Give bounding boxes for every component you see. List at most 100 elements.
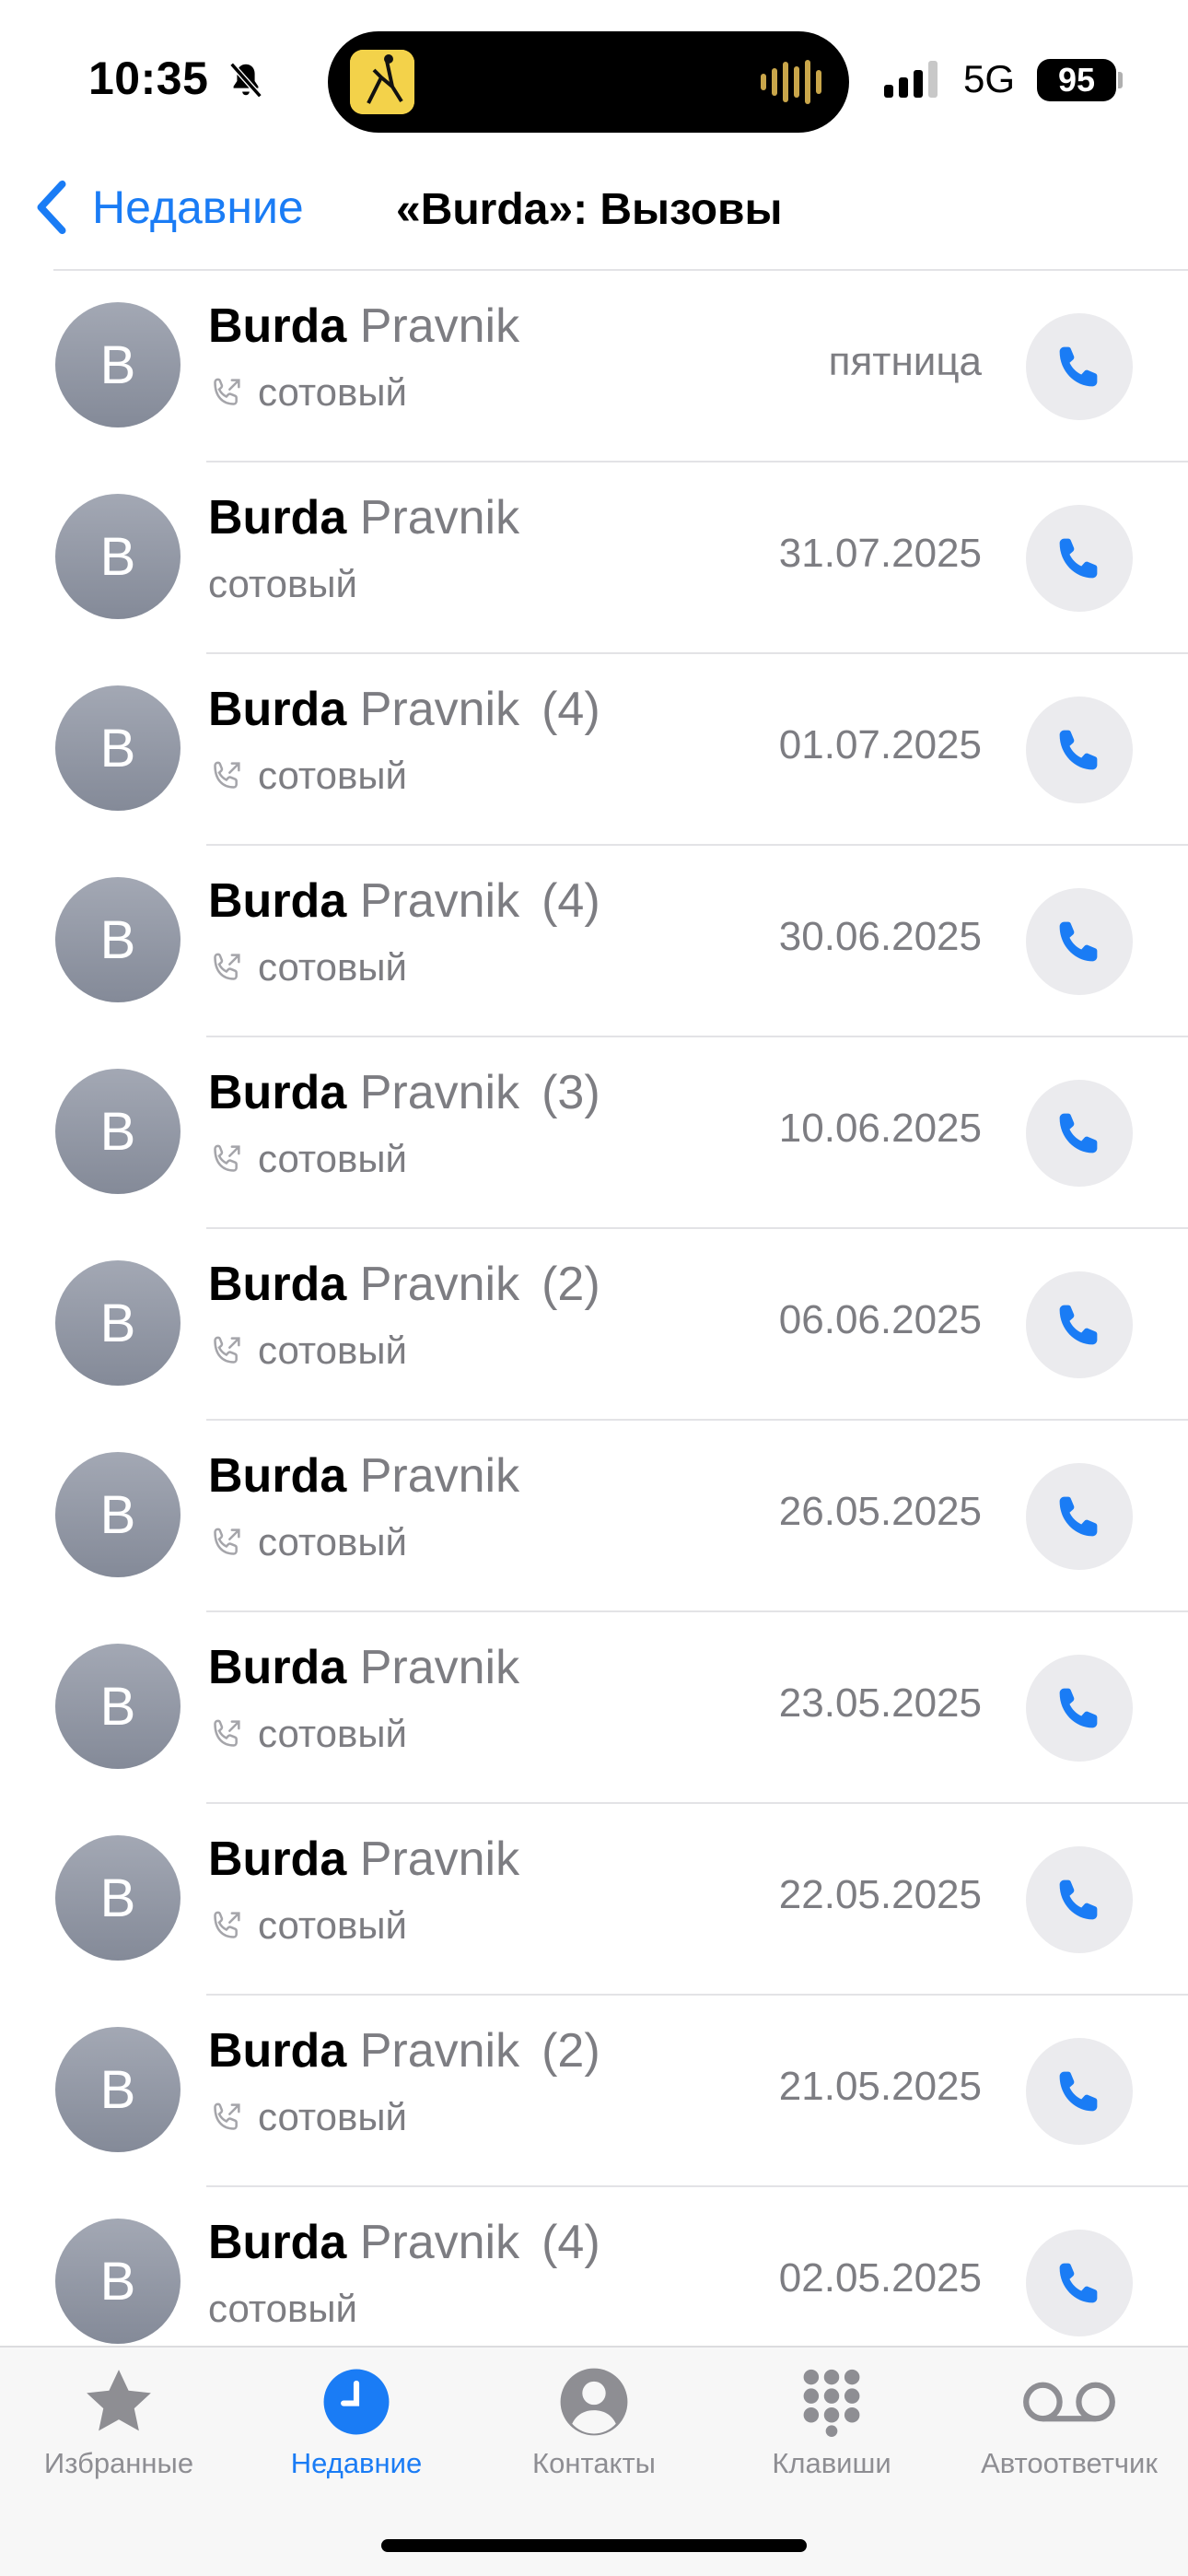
call-type: сотовый <box>208 370 407 415</box>
call-type: сотовый <box>208 1329 407 1373</box>
call-button[interactable] <box>1026 2038 1133 2145</box>
avatar: B <box>55 1835 181 1961</box>
call-button[interactable] <box>1026 888 1133 995</box>
outgoing-call-icon <box>214 1144 240 1172</box>
avatar: B <box>55 2027 181 2152</box>
outgoing-call-icon <box>214 378 240 405</box>
call-button[interactable] <box>1026 2230 1133 2336</box>
call-date: 02.05.2025 <box>778 2255 982 2301</box>
outgoing-call-icon <box>214 1911 240 1938</box>
call-row[interactable]: B Burda Pravnik сотовый 22.05.2025 <box>0 1804 1188 1996</box>
contact-name: Burda Pravnik <box>208 490 519 545</box>
contact-name: Burda Pravnik (2) <box>208 2023 600 2078</box>
call-row[interactable]: B Burda Pravnik (2) сотовый 21.05.2025 <box>0 1996 1188 2187</box>
battery-tip <box>1118 72 1123 88</box>
last-name: Pravnik <box>359 874 520 928</box>
call-row[interactable]: B Burda Pravnik сотовый 31.07.2025 <box>0 463 1188 654</box>
voicemail-icon <box>1023 2382 1115 2422</box>
last-name: Pravnik <box>359 1832 520 1886</box>
contact-name: Burda Pravnik <box>208 299 519 354</box>
last-name: Pravnik <box>359 1449 520 1503</box>
contact-name: Burda Pravnik (2) <box>208 1257 600 1312</box>
call-type: сотовый <box>208 1137 407 1181</box>
outgoing-call-icon <box>214 1528 240 1555</box>
call-date: 21.05.2025 <box>778 2064 982 2109</box>
phone-icon <box>1059 346 1098 387</box>
status-bar: 10:35 5G 95 <box>0 0 1188 157</box>
call-type-label: сотовый <box>258 1520 407 1563</box>
call-type-label: сотовый <box>258 370 407 414</box>
last-name: Pravnik <box>359 2024 520 2078</box>
first-name: Burda <box>208 1641 347 1694</box>
contact-name: Burda Pravnik <box>208 1832 519 1887</box>
contact-name: Burda Pravnik (4) <box>208 682 600 737</box>
call-type: сотовый <box>208 754 407 798</box>
call-date: 06.06.2025 <box>778 1297 982 1342</box>
phone-icon <box>1059 1688 1098 1728</box>
call-button[interactable] <box>1026 1655 1133 1762</box>
contact-name: Burda Pravnik <box>208 1640 519 1695</box>
call-button[interactable] <box>1026 1271 1133 1378</box>
outgoing-call-icon <box>214 953 240 980</box>
phone-icon <box>1059 1305 1098 1345</box>
call-row[interactable]: B Burda Pravnik (2) сотовый 06.06.2025 <box>0 1229 1188 1421</box>
avatar: B <box>55 302 181 427</box>
call-date: 22.05.2025 <box>778 1872 982 1917</box>
call-button[interactable] <box>1026 313 1133 420</box>
call-count: (4) <box>542 683 600 736</box>
call-button[interactable] <box>1026 1846 1133 1953</box>
tab-voicemail[interactable]: Автоответчик <box>950 2362 1188 2480</box>
phone-icon <box>1059 1113 1098 1153</box>
call-type-label: сотовый <box>258 945 407 989</box>
call-type: сотовый <box>208 2287 357 2331</box>
avatar: B <box>55 494 181 619</box>
call-row[interactable]: B Burda Pravnik сотовый пятница <box>0 271 1188 463</box>
dynamic-island[interactable] <box>328 31 849 133</box>
call-count: (2) <box>542 1258 600 1311</box>
home-indicator[interactable] <box>381 2539 807 2552</box>
last-name: Pravnik <box>359 1641 520 1694</box>
contact-name: Burda Pravnik <box>208 1448 519 1504</box>
tab-contacts[interactable]: Контакты <box>475 2362 713 2480</box>
call-button[interactable] <box>1026 697 1133 803</box>
first-name: Burda <box>208 874 347 928</box>
last-name: Pravnik <box>359 2216 520 2269</box>
tab-favorites-label: Избранные <box>43 2447 194 2479</box>
network-type: 5G <box>963 57 1016 100</box>
call-row[interactable]: B Burda Pravnik (4) сотовый 30.06.2025 <box>0 846 1188 1037</box>
outgoing-call-icon <box>214 2102 240 2130</box>
call-row[interactable]: B Burda Pravnik (3) сотовый 10.06.2025 <box>0 1037 1188 1229</box>
album-art-icon <box>350 50 414 114</box>
contact-name: Burda Pravnik (4) <box>208 873 600 929</box>
call-button[interactable] <box>1026 1463 1133 1570</box>
first-name: Burda <box>208 299 347 353</box>
call-count: (4) <box>542 2216 600 2269</box>
back-button[interactable]: Недавние <box>33 179 304 236</box>
avatar: B <box>55 2219 181 2344</box>
call-date: 01.07.2025 <box>778 722 982 767</box>
tab-recents[interactable]: Недавние <box>238 2362 475 2480</box>
call-type-label: сотовый <box>258 1137 407 1180</box>
outgoing-call-icon <box>214 1336 240 1364</box>
outgoing-call-icon <box>214 1719 240 1747</box>
tab-keypad[interactable]: Клавиши <box>713 2362 950 2480</box>
contact-name: Burda Pravnik (3) <box>208 1065 600 1120</box>
call-date: 23.05.2025 <box>778 1680 982 1726</box>
phone-icon <box>1059 1879 1098 1920</box>
last-name: Pravnik <box>359 1066 520 1119</box>
bell-slash-icon <box>229 62 262 99</box>
call-button[interactable] <box>1026 1080 1133 1187</box>
call-type-label: сотовый <box>208 2287 357 2330</box>
tab-recents-label: Недавние <box>290 2447 423 2479</box>
call-button[interactable] <box>1026 505 1133 612</box>
call-type: сотовый <box>208 945 407 989</box>
call-row[interactable]: B Burda Pravnik сотовый 23.05.2025 <box>0 1612 1188 1804</box>
avatar: B <box>55 1069 181 1194</box>
call-type-label: сотовый <box>258 1712 407 1755</box>
call-row[interactable]: B Burda Pravnik (4) сотовый 01.07.2025 <box>0 654 1188 846</box>
tab-favorites[interactable]: Избранные <box>0 2362 238 2480</box>
tab-voicemail-label: Автоответчик <box>981 2447 1158 2479</box>
call-history-list: B Burda Pravnik сотовый пятница B Burda Pravn… <box>0 271 1188 2379</box>
call-row[interactable]: B Burda Pravnik сотовый 26.05.2025 <box>0 1421 1188 1612</box>
keypad-icon <box>803 2369 860 2437</box>
